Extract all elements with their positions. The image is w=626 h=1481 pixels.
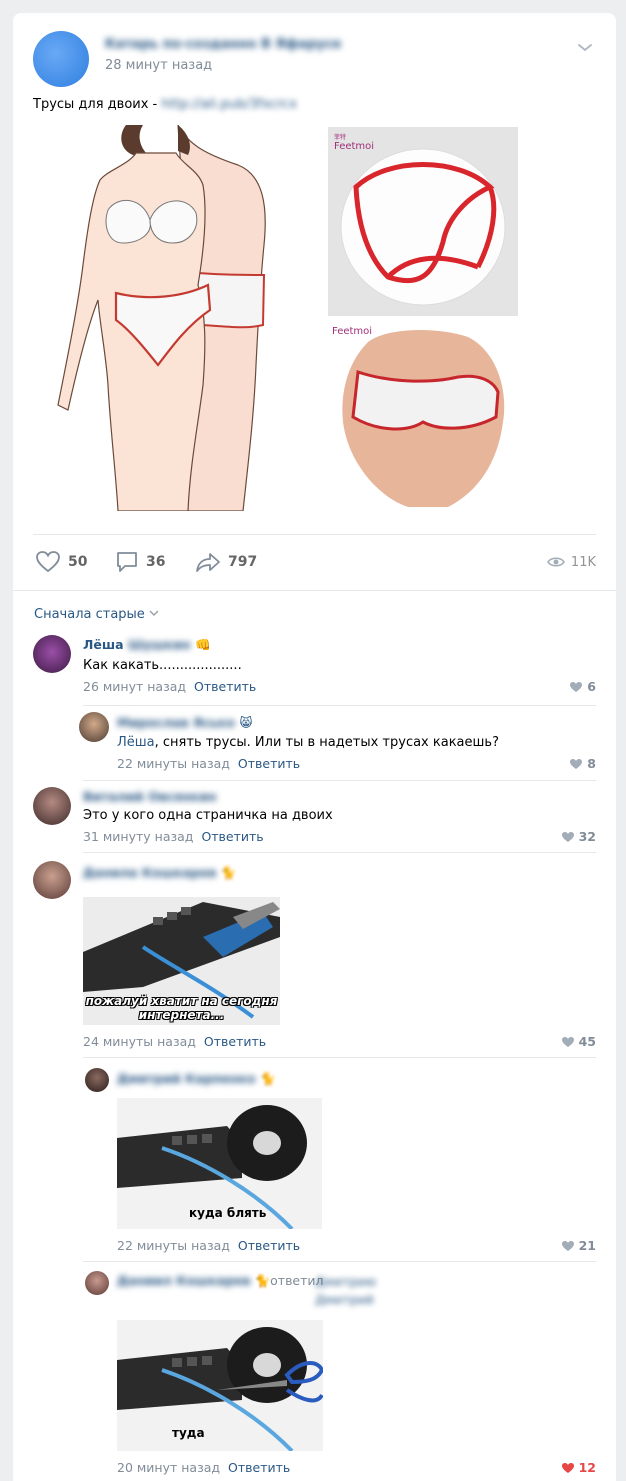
heart-icon <box>570 758 583 769</box>
comment-meme-image[interactable]: туда <box>117 1320 323 1451</box>
heart-icon <box>561 1240 574 1251</box>
comment-meta: 31 минуту назад Ответить <box>83 829 264 844</box>
comment-meta: 22 минуты назад Ответить <box>117 1238 301 1253</box>
comment-like-button[interactable]: 6 <box>569 679 596 694</box>
comment-like-button[interactable]: 12 <box>561 1460 596 1475</box>
divider <box>33 534 596 535</box>
comment-meme-image[interactable]: куда блять <box>117 1098 322 1229</box>
avatar[interactable] <box>85 1068 109 1092</box>
meme-caption: куда блять <box>189 1206 267 1220</box>
heart-icon <box>36 551 60 573</box>
post-text: Трусы для двоих - http://ali.pub/3fxcrcx <box>33 97 298 112</box>
meme-caption: туда <box>172 1426 205 1440</box>
comments-sort-dropdown[interactable]: Сначала старые <box>34 607 159 622</box>
post-actions: 50 36 797 11K <box>33 548 596 576</box>
post-time[interactable]: 28 минут назад <box>105 58 212 73</box>
like-button[interactable]: 50 <box>35 548 87 576</box>
post-author-name[interactable]: Катарь по-созданно В Яфарусе <box>105 37 341 52</box>
comment-author[interactable]: Мирослав Ясько 😸 <box>117 715 252 730</box>
comment-meta: 26 минут назад Ответить <box>83 679 257 694</box>
comment-text: Это у кого одна страничка на двоих <box>83 808 333 823</box>
chevron-down-icon <box>149 609 159 620</box>
divider <box>83 1261 596 1262</box>
comment-like-button[interactable]: 32 <box>561 829 596 844</box>
replied-to-link[interactable]: Дмитрию Дмитрий <box>117 1273 417 1309</box>
chevron-down-icon[interactable] <box>576 39 594 57</box>
post-image-product[interactable]: 菲特 Feetmoi <box>328 127 518 316</box>
avatar[interactable] <box>79 712 109 742</box>
brand-logo: Feetmoi <box>334 141 374 152</box>
like-count: 50 <box>68 554 88 570</box>
avatar[interactable] <box>33 635 71 673</box>
comment-meta: 24 минуты назад Ответить <box>83 1034 267 1049</box>
brand-logo-2: Feetmoi <box>332 326 372 337</box>
comment-author[interactable]: Лёша Шушкин 👊 <box>83 637 211 653</box>
post-link[interactable]: http://ali.pub/3fxcrcx <box>161 97 297 112</box>
comment-meta: 20 минут назад Ответить <box>117 1460 291 1475</box>
comment-icon <box>117 552 137 572</box>
meme-caption: пожалуй хватит на сегодня интернета... <box>85 994 278 1022</box>
reply-link[interactable]: Ответить <box>201 829 263 844</box>
share-count: 797 <box>228 554 258 570</box>
comment-author[interactable]: Данила Кошкарев 🐈 <box>83 865 236 881</box>
avatar[interactable] <box>85 1271 109 1295</box>
reply-link[interactable]: Ответить <box>204 1034 266 1049</box>
comment-like-button[interactable]: 21 <box>561 1238 596 1253</box>
svg-text:菲特: 菲特 <box>334 133 346 141</box>
divider <box>13 590 616 591</box>
reply-link[interactable]: Ответить <box>194 679 256 694</box>
avatar[interactable] <box>33 861 71 899</box>
divider <box>83 1057 596 1058</box>
heart-icon <box>561 831 574 842</box>
comment-author[interactable]: Дмитрий Карпенко 🐈 <box>117 1071 276 1087</box>
views-counter: 11K <box>546 548 596 576</box>
comment-text: Лёша, снять трусы. Или ты в надетых трус… <box>117 735 499 750</box>
comment-author[interactable]: Виталий Овсянкин <box>83 789 216 804</box>
post-image-illustration[interactable] <box>38 124 285 512</box>
comment-meta: 22 минуты назад Ответить <box>117 756 301 771</box>
avatar[interactable] <box>33 787 71 825</box>
comment-like-button[interactable]: 8 <box>569 756 596 771</box>
share-icon <box>196 553 220 572</box>
eye-icon <box>546 557 565 567</box>
post-author-avatar[interactable] <box>33 31 89 87</box>
post-card: Катарь по-созданно В Яфарусе 28 минут на… <box>13 13 616 1481</box>
mention-link[interactable]: Лёша <box>117 735 155 750</box>
heart-icon <box>570 681 583 692</box>
reply-link[interactable]: Ответить <box>228 1460 290 1475</box>
comment-button[interactable]: 36 <box>115 548 165 576</box>
share-button[interactable]: 797 <box>195 548 257 576</box>
reply-link[interactable]: Ответить <box>238 1238 300 1253</box>
divider <box>83 852 596 853</box>
heart-icon <box>561 1462 574 1473</box>
heart-icon <box>561 1036 574 1047</box>
reply-link[interactable]: Ответить <box>238 756 300 771</box>
divider <box>83 780 596 781</box>
divider <box>83 705 596 706</box>
comment-meme-image[interactable]: пожалуй хватит на сегодня интернета... <box>83 897 280 1025</box>
comment-count: 36 <box>146 554 166 570</box>
comment-like-button[interactable]: 45 <box>561 1034 596 1049</box>
comment-text: Как какать.................... <box>83 658 242 673</box>
post-image-model[interactable]: Feetmoi <box>328 322 518 512</box>
